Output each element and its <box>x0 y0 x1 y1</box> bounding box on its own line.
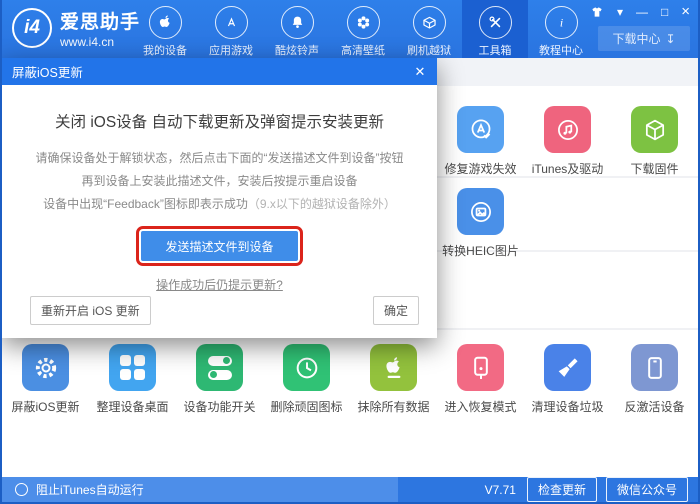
tool-label: 整理设备桌面 <box>96 400 169 414</box>
tool-label: 修复游戏失效 <box>444 162 517 176</box>
bell-icon <box>280 6 314 39</box>
nav-item-toolbox[interactable]: 工具箱 <box>462 0 528 58</box>
tool-label: 屏蔽iOS更新 <box>11 400 80 414</box>
wechat-button[interactable]: 微信公众号 <box>605 477 688 502</box>
checkbox-label: 阻止iTunes自动运行 <box>36 483 144 497</box>
apple-icon <box>148 6 182 39</box>
tool-item-enter-recovery-mode[interactable]: 进入恢复模式 <box>437 344 524 415</box>
grid-icon <box>109 344 156 391</box>
tool-label: 下载固件 <box>630 162 679 176</box>
empty-cell <box>524 188 611 259</box>
dialog-heading: 关闭 iOS设备 自动下载更新及弹窗提示安装更新 <box>55 114 384 131</box>
maximize-icon[interactable]: □ <box>661 6 668 18</box>
main-nav: 我的设备 应用游戏 酷炫铃声 高清壁纸 刷机越狱 工具箱 i 教程中心 <box>132 0 594 58</box>
menu-icon[interactable]: ▾ <box>617 6 623 18</box>
flower-icon <box>346 6 380 39</box>
window-controls: ▾ — □ × <box>590 4 690 19</box>
broom-icon <box>544 344 591 391</box>
nav-label: 我的设备 <box>143 45 187 57</box>
info-icon: i <box>544 6 578 39</box>
itunes-music-icon <box>544 106 591 153</box>
jailbreak-box-icon <box>412 6 446 39</box>
tools-icon <box>478 6 512 39</box>
app-site: www.i4.cn <box>60 35 115 49</box>
tool-label: 进入恢复模式 <box>444 400 517 414</box>
download-center-label: 下载中心 <box>612 32 661 46</box>
header: i4 爱思助手 www.i4.cn 我的设备 应用游戏 酷炫铃声 高清壁纸 刷机… <box>2 0 698 58</box>
reopen-ios-update-button[interactable]: 重新开启 iOS 更新 <box>30 296 151 325</box>
itunes-block-option[interactable]: 阻止iTunes自动运行 <box>2 477 398 502</box>
tool-label: 转换HEIC图片 <box>442 244 519 258</box>
phone-recovery-icon <box>457 344 504 391</box>
tool-item-deactivate-device[interactable]: 反激活设备 <box>611 344 698 415</box>
tool-item-fix-games[interactable]: 修复游戏失效 <box>437 106 524 177</box>
minimize-icon[interactable]: — <box>636 6 648 18</box>
tool-item-download-firmware[interactable]: 下载固件 <box>611 106 698 177</box>
dialog-body: 关闭 iOS设备 自动下载更新及弹窗提示安装更新 请确保设备处于解锁状态，然后点… <box>2 85 437 338</box>
heic-photo-icon <box>457 188 504 235</box>
app-window: i4 爱思助手 www.i4.cn 我的设备 应用游戏 酷炫铃声 高清壁纸 刷机… <box>0 0 700 504</box>
app-name: 爱思助手 <box>60 12 141 33</box>
tool-item-block-ios-update[interactable]: 屏蔽iOS更新 <box>2 344 89 415</box>
dialog-instructions: 请确保设备处于解锁状态，然后点击下面的“发送描述文件到设备”按钮 再到设备上安装… <box>2 147 437 216</box>
nav-label: 刷机越狱 <box>407 45 451 57</box>
firmware-cube-icon <box>631 106 678 153</box>
confirm-button[interactable]: 确定 <box>372 296 419 325</box>
tool-label: iTunes及驱动 <box>531 162 604 176</box>
appstore-icon <box>214 6 248 39</box>
toggles-icon <box>196 344 243 391</box>
nav-item-apps-games[interactable]: 应用游戏 <box>198 0 264 58</box>
tool-label: 删除顽固图标 <box>270 400 343 414</box>
nav-item-wallpapers[interactable]: 高清壁纸 <box>330 0 396 58</box>
tool-row-3: 屏蔽iOS更新 整理设备桌面 设备功能开关 删除顽固图标 抹除所有数据 进入恢复… <box>2 344 698 415</box>
send-profile-button[interactable]: 发送描述文件到设备 <box>136 226 303 266</box>
checkbox-circle-icon[interactable] <box>15 483 28 496</box>
phone-deactivate-icon <box>631 344 678 391</box>
tool-label: 抹除所有数据 <box>357 400 430 414</box>
status-bar: 阻止iTunes自动运行 V7.71 检查更新 微信公众号 <box>2 477 698 502</box>
tool-item-itunes-driver[interactable]: iTunes及驱动 <box>524 106 611 177</box>
svg-text:i: i <box>559 15 562 29</box>
apple-erase-icon <box>370 344 417 391</box>
clock-icon <box>283 344 330 391</box>
version-label: V7.71 <box>484 482 516 497</box>
block-ios-update-dialog: 屏蔽iOS更新 ✕ 关闭 iOS设备 自动下载更新及弹窗提示安装更新 请确保设备… <box>2 58 437 338</box>
instruction-note: （9.x以下的越狱设备除外） <box>247 197 396 211</box>
nav-item-my-devices[interactable]: 我的设备 <box>132 0 198 58</box>
dialog-close-icon[interactable]: ✕ <box>403 58 437 85</box>
tool-item-organize-desktop[interactable]: 整理设备桌面 <box>89 344 176 415</box>
nav-label: 工具箱 <box>478 45 512 57</box>
download-icon: ↧ <box>665 31 676 46</box>
tool-item-feature-switch[interactable]: 设备功能开关 <box>176 344 263 415</box>
nav-item-flash-jailbreak[interactable]: 刷机越狱 <box>396 0 462 58</box>
tool-label: 设备功能开关 <box>183 400 256 414</box>
tool-item-erase-all-data[interactable]: 抹除所有数据 <box>350 344 437 415</box>
tool-item-convert-heic[interactable]: 转换HEIC图片 <box>437 188 524 259</box>
nav-label: 高清壁纸 <box>341 45 385 57</box>
instruction-line: 再到设备上安装此描述文件，安装后按提示重启设备 <box>81 174 358 188</box>
i4-logo-icon: i4 <box>12 8 52 48</box>
dialog-title-bar: 屏蔽iOS更新 ✕ <box>2 58 437 85</box>
still-prompting-link[interactable]: 操作成功后仍提示更新? <box>156 278 283 292</box>
instruction-line: 请确保设备处于解锁状态，然后点击下面的“发送描述文件到设备”按钮 <box>35 151 404 165</box>
tool-label: 反激活设备 <box>624 400 685 414</box>
close-icon[interactable]: × <box>681 4 690 19</box>
instruction-line: 设备中出现“Feedback”图标即表示成功（9.x以下的越狱设备除外） <box>43 197 396 211</box>
tool-label: 清理设备垃圾 <box>531 400 604 414</box>
nav-label: 教程中心 <box>539 45 583 57</box>
check-update-button[interactable]: 检查更新 <box>526 477 597 502</box>
empty-cell <box>611 188 698 259</box>
nav-item-tutorials[interactable]: i 教程中心 <box>528 0 594 58</box>
tool-item-delete-stubborn-icons[interactable]: 删除顽固图标 <box>263 344 350 415</box>
download-center-button[interactable]: 下载中心 ↧ <box>598 26 690 51</box>
app-logo: i4 爱思助手 www.i4.cn <box>12 7 140 49</box>
gear-icon <box>22 344 69 391</box>
appstore-fix-icon <box>457 106 504 153</box>
tool-item-clean-junk[interactable]: 清理设备垃圾 <box>524 344 611 415</box>
skin-icon[interactable] <box>590 5 604 19</box>
nav-label: 酷炫铃声 <box>275 45 319 57</box>
dialog-title: 屏蔽iOS更新 <box>12 66 83 80</box>
nav-label: 应用游戏 <box>209 45 253 57</box>
nav-item-ringtones[interactable]: 酷炫铃声 <box>264 0 330 58</box>
